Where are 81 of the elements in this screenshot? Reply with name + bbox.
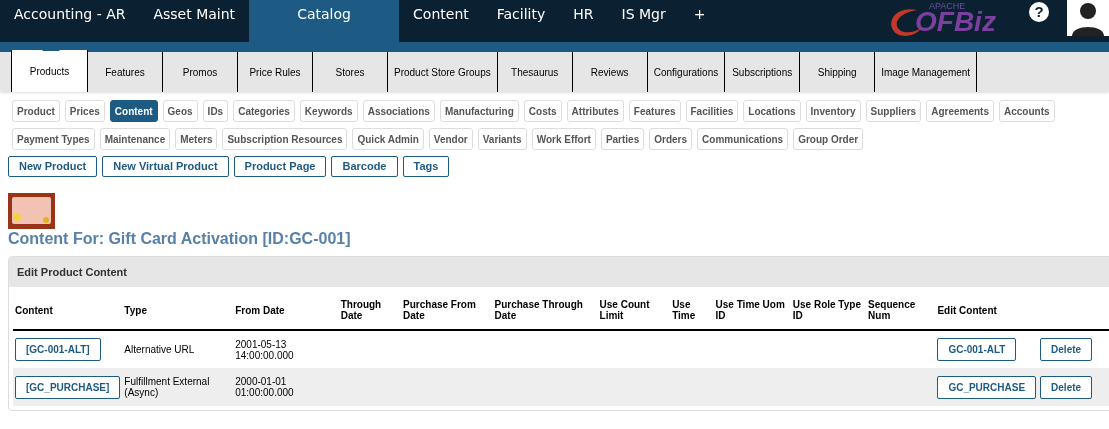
column-header: Use Count Limit	[597, 291, 671, 330]
column-header: Sequence Num	[866, 291, 936, 330]
section-link[interactable]: Accounts	[998, 100, 1055, 122]
column-header: Content	[13, 291, 123, 330]
column-header: Type	[122, 291, 234, 330]
tab[interactable]: Configurations	[646, 52, 726, 92]
column-header: Use Time Uom ID	[713, 291, 791, 330]
top-nav-item[interactable]: Accounting - AR	[0, 0, 140, 42]
section-link[interactable]: Locations	[743, 100, 801, 122]
top-nav-item[interactable]: HR	[559, 0, 608, 42]
action-button[interactable]: New Product	[8, 156, 98, 177]
content-id-link[interactable]: [GC_PURCHASE]	[15, 375, 121, 399]
tab[interactable]: Price Rules	[237, 52, 313, 92]
section-link[interactable]: Inventory	[805, 100, 861, 122]
top-nav-item[interactable]: Catalog	[249, 0, 400, 42]
section-link[interactable]: Subscription Resources	[222, 128, 348, 150]
delete-button[interactable]: Delete	[1040, 338, 1093, 361]
top-nav-item[interactable]: Facility	[482, 0, 560, 42]
section-link[interactable]: Content	[109, 100, 158, 122]
tab[interactable]: Promos	[162, 52, 238, 92]
section-link[interactable]: Features	[628, 100, 681, 122]
section-link[interactable]: Orders	[649, 128, 693, 150]
tab[interactable]: Stores	[312, 52, 388, 92]
section-link[interactable]: Suppliers	[865, 100, 922, 122]
table-cell: Alternative URL	[122, 330, 234, 368]
section-link[interactable]: Meters	[175, 128, 218, 150]
section-link[interactable]: Variants	[477, 128, 527, 150]
column-header: Use Role Type ID	[790, 291, 867, 330]
section-link[interactable]: IDs	[202, 100, 229, 122]
panel-header: Edit Product Content	[9, 257, 1109, 287]
tab[interactable]: Thesaurus	[496, 52, 573, 92]
section-link[interactable]: Payment Types	[12, 128, 95, 150]
section-link[interactable]: Communications	[697, 128, 789, 150]
tab[interactable]: Product Store Groups	[387, 52, 498, 92]
column-header: Edit Content	[935, 291, 1039, 330]
column-header: Through Date	[338, 291, 402, 330]
section-link[interactable]: Maintenance	[99, 128, 171, 150]
section-link[interactable]: Categories	[233, 100, 295, 122]
table-cell: 2001-05-13 14:00:00.000	[233, 330, 339, 368]
section-link[interactable]: Prices	[64, 100, 105, 122]
top-nav-item[interactable]: Asset Maint	[139, 0, 250, 42]
edit-content-link[interactable]: GC-001-ALT	[937, 338, 1017, 361]
table-cell: 2000-01-01 01:00:00.000	[233, 368, 339, 406]
tab[interactable]: Subscriptions	[724, 52, 801, 92]
tab[interactable]: Features	[87, 52, 163, 92]
edit-content-link[interactable]: GC_PURCHASE	[937, 375, 1037, 399]
tab[interactable]: Shipping	[799, 52, 876, 92]
tab[interactable]: Image Management	[874, 52, 978, 92]
column-header: Use Time	[670, 291, 714, 330]
section-link[interactable]: Manufacturing	[439, 100, 519, 122]
section-link[interactable]: Product	[12, 100, 60, 122]
column-header: Purchase Through Date	[492, 291, 598, 330]
action-button[interactable]: Product Page	[233, 156, 327, 177]
section-link[interactable]: Agreements	[926, 100, 994, 122]
tab[interactable]: Reviews	[571, 52, 648, 92]
section-link[interactable]: Parties	[600, 128, 645, 150]
top-nav-item[interactable]: IS Mgr	[607, 0, 680, 42]
top-nav-item[interactable]: +	[679, 0, 720, 42]
page-title: Content For: Gift Card Activation [ID:GC-001]	[8, 231, 352, 247]
delete-button[interactable]: Delete	[1040, 375, 1093, 399]
column-header: From Date	[233, 291, 339, 330]
content-id-link[interactable]: [GC-001-ALT]	[15, 338, 101, 361]
avatar-icon[interactable]	[1067, 0, 1109, 36]
section-link[interactable]: Vendor	[428, 128, 473, 150]
logo: APACHE OFBiz	[885, 0, 1015, 42]
section-link[interactable]: Attributes	[566, 100, 624, 122]
section-link[interactable]: Geos	[162, 100, 198, 122]
action-button[interactable]: Barcode	[331, 156, 398, 177]
section-link[interactable]: Group Order	[793, 128, 864, 150]
section-link[interactable]: Work Effort	[531, 128, 596, 150]
action-button[interactable]: New Virtual Product	[102, 156, 229, 177]
section-link[interactable]: Associations	[362, 100, 435, 122]
section-link[interactable]: Facilities	[685, 100, 739, 122]
table-cell: Fulfillment External (Async)	[122, 368, 234, 406]
section-link[interactable]: Keywords	[299, 100, 358, 122]
top-nav-item[interactable]: Content	[399, 0, 483, 42]
help-icon[interactable]: ?	[1029, 2, 1049, 22]
section-link[interactable]: Quick Admin	[352, 128, 424, 150]
column-header: Purchase From Date	[401, 291, 493, 330]
section-link[interactable]: Costs	[523, 100, 562, 122]
action-button[interactable]: Tags	[402, 156, 450, 177]
